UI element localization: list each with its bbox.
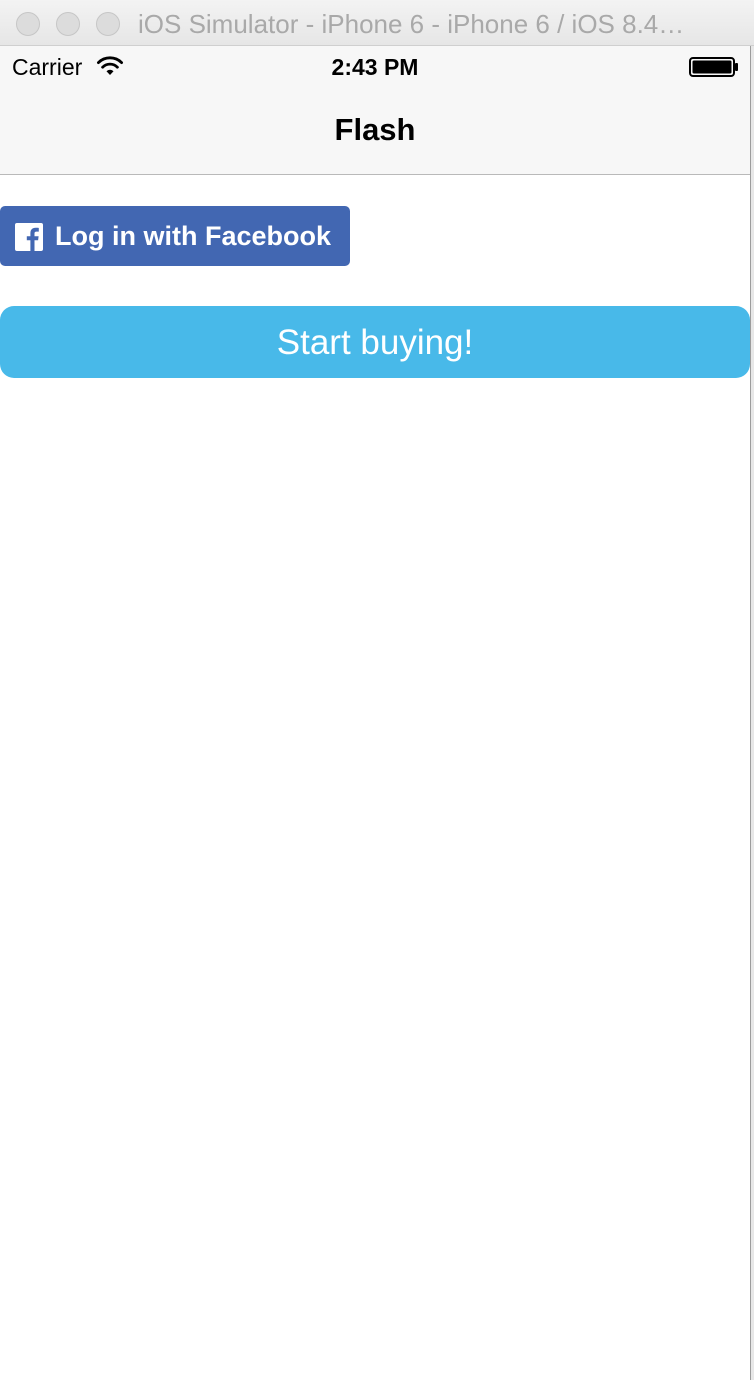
battery-full-icon [689, 57, 738, 77]
ios-navigation-bar: Carrier 2:43 PM Flash [0, 46, 750, 175]
start-buying-label: Start buying! [276, 323, 474, 362]
simulator-window: iOS Simulator - iPhone 6 - iPhone 6 / iO… [0, 0, 754, 1380]
close-window-button[interactable] [16, 12, 40, 36]
window-title: iOS Simulator - iPhone 6 - iPhone 6 / iO… [138, 9, 685, 39]
start-buying-button[interactable]: Start buying! [0, 306, 750, 378]
main-content: Log in with Facebook Start buying! [0, 175, 750, 1380]
zoom-window-button[interactable] [96, 12, 120, 36]
facebook-login-button[interactable]: Log in with Facebook [0, 206, 350, 266]
facebook-f-icon [15, 223, 43, 251]
background-window-edge [750, 46, 754, 1380]
window-titlebar: iOS Simulator - iPhone 6 - iPhone 6 / iO… [0, 0, 754, 46]
nav-title: Flash [334, 112, 416, 147]
minimize-window-button[interactable] [56, 12, 80, 36]
status-time: 2:43 PM [331, 54, 419, 80]
facebook-login-label: Log in with Facebook [55, 221, 331, 251]
